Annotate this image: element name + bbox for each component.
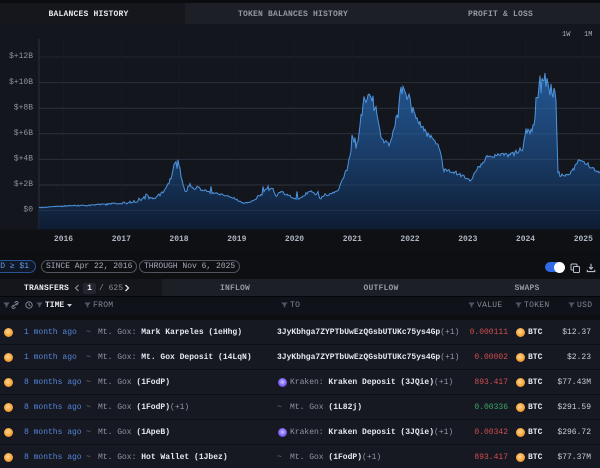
svg-text:$0: $0 [23, 206, 33, 215]
svg-text:$+10B: $+10B [9, 78, 33, 87]
svg-text:2021: 2021 [343, 235, 362, 244]
svg-text:2019: 2019 [227, 235, 246, 244]
svg-text:2020: 2020 [285, 235, 304, 244]
svg-text:2017: 2017 [112, 235, 131, 244]
svg-text:2022: 2022 [400, 235, 419, 244]
svg-text:$+2B: $+2B [14, 180, 33, 189]
svg-text:$+12B: $+12B [9, 52, 33, 61]
svg-text:$+4B: $+4B [14, 155, 33, 164]
svg-text:2018: 2018 [169, 235, 188, 244]
svg-text:2023: 2023 [458, 235, 477, 244]
svg-text:$+8B: $+8B [14, 103, 33, 112]
svg-text:$+6B: $+6B [14, 129, 33, 138]
svg-text:2024: 2024 [516, 235, 535, 244]
svg-text:2025: 2025 [574, 235, 593, 244]
svg-text:2016: 2016 [54, 235, 73, 244]
